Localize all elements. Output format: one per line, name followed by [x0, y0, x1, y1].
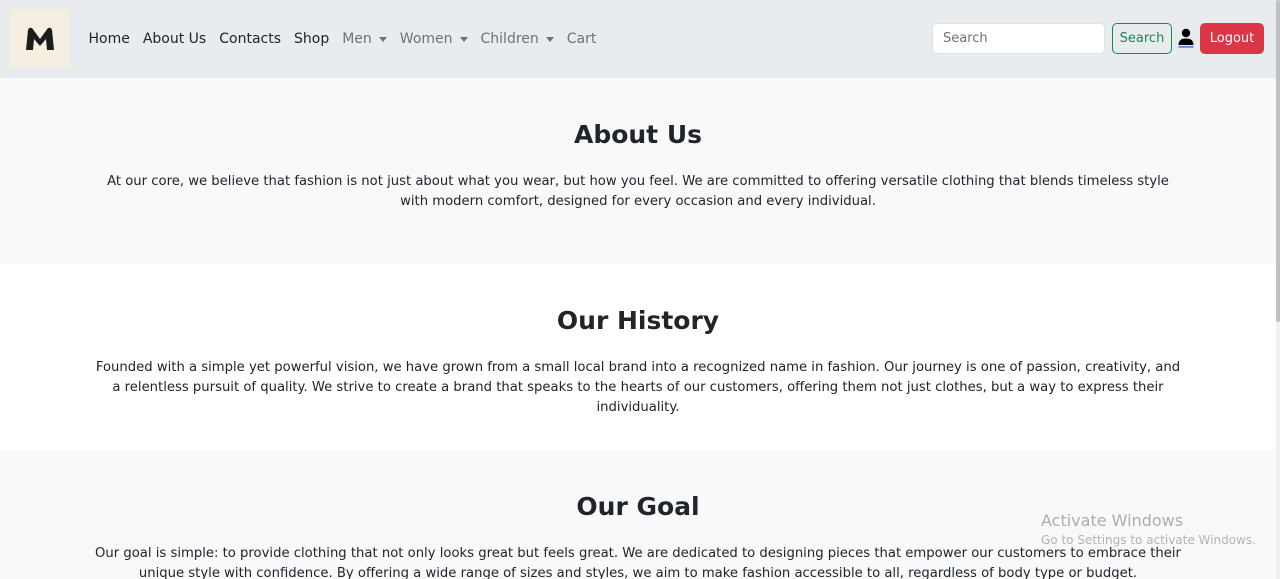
nav-link-label: Children	[480, 31, 539, 47]
nav-link-label: About Us	[142, 31, 207, 47]
history-title: Our History	[556, 306, 720, 335]
activation-watermark-subtitle: Go to Settings to activate Windows.	[1041, 533, 1256, 547]
nav-link-shop[interactable]: Shop	[288, 31, 336, 47]
nav-dropdown-children[interactable]: Children	[474, 31, 560, 47]
nav-dropdown-men[interactable]: Men	[336, 31, 394, 47]
history-text: Founded with a simple yet powerful visio…	[95, 360, 1181, 415]
about-section: About Us At our core, we believe that fa…	[0, 78, 1276, 264]
about-title: About Us	[573, 120, 703, 149]
search-input[interactable]	[932, 23, 1105, 54]
user-icon[interactable]	[1178, 28, 1194, 48]
scrollbar-thumb[interactable]	[1276, 0, 1280, 322]
nav-link-label: Cart	[566, 31, 597, 47]
nav-link-home[interactable]: Home	[82, 31, 136, 47]
logout-button[interactable]: Logout	[1200, 23, 1264, 54]
navbar: Home About Us Contacts Shop Men Women Ch…	[0, 0, 1276, 78]
about-text: At our core, we believe that fashion is …	[107, 174, 1169, 209]
nav-links: Home About Us Contacts Shop Men Women Ch…	[82, 0, 603, 78]
nav-link-label: Men	[342, 31, 372, 47]
nav-link-cart[interactable]: Cart	[560, 31, 603, 47]
nav-link-label: Women	[399, 31, 453, 47]
caret-down-icon	[545, 36, 554, 42]
nav-dropdown-women[interactable]: Women	[393, 31, 474, 47]
nav-link-label: Shop	[294, 31, 330, 47]
activation-watermark-title: Activate Windows	[1041, 511, 1184, 530]
goal-text: Our goal is simple: to provide clothing …	[95, 546, 1181, 579]
nav-link-label: Contacts	[219, 31, 281, 47]
nav-link-label: Home	[88, 31, 130, 47]
nav-link-contacts[interactable]: Contacts	[213, 31, 288, 47]
caret-down-icon	[459, 36, 468, 42]
history-section: Our History Founded with a simple yet po…	[0, 264, 1276, 450]
brand-logo[interactable]	[10, 9, 69, 68]
logo-m-icon	[25, 27, 54, 50]
search-button[interactable]: Search	[1112, 23, 1172, 54]
nav-link-about-us[interactable]: About Us	[136, 31, 212, 47]
caret-down-icon	[378, 36, 387, 42]
